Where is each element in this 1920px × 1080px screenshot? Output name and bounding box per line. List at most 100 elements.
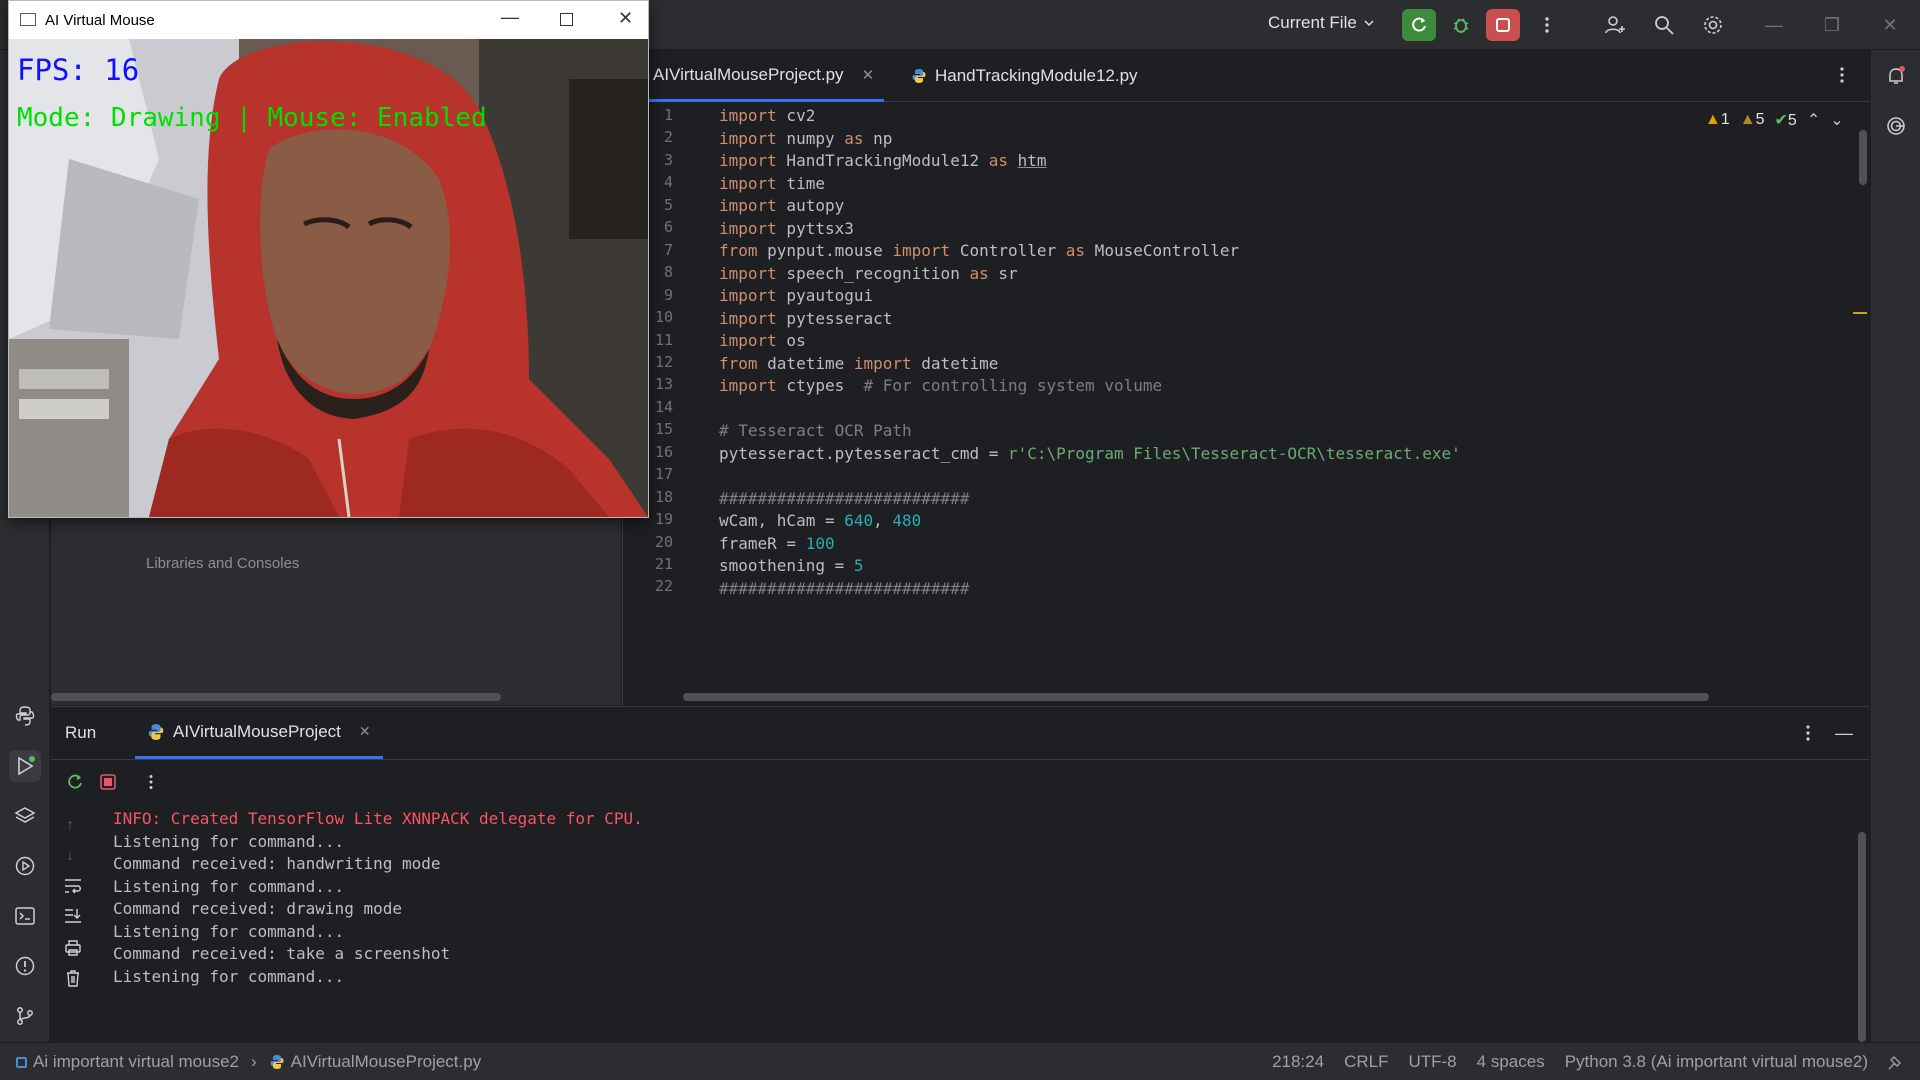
bug-icon	[1453, 18, 1469, 33]
run-more-button[interactable]	[148, 774, 154, 795]
services-tool-button[interactable]	[9, 850, 41, 882]
layers-tool-button[interactable]	[9, 800, 41, 832]
run-tab-label: AIVirtualMouseProject	[173, 721, 341, 741]
print-button[interactable]	[63, 939, 83, 962]
python-icon	[15, 706, 35, 726]
code-line: import HandTrackingModule12 as htm	[719, 151, 1047, 170]
camera-close-button[interactable]: ✕	[618, 8, 633, 29]
python-file-icon	[270, 1055, 284, 1069]
code-line: import os	[719, 331, 806, 350]
editor-vertical-scrollbar[interactable]	[1859, 130, 1867, 185]
console-line: Listening for command...	[113, 876, 345, 896]
debug-button[interactable]	[1444, 9, 1478, 41]
python-file-icon	[148, 723, 164, 740]
code-line: pytesseract.pytesseract_cmd = r'C:\Progr…	[719, 444, 1461, 463]
notifications-button[interactable]	[1880, 60, 1912, 92]
run-tool-button[interactable]	[9, 750, 41, 782]
line-number: 22	[654, 577, 673, 596]
code-line: from pynput.mouse import Controller as M…	[719, 241, 1240, 260]
clear-console-button[interactable]	[63, 969, 83, 992]
warning-stripe-marker[interactable]	[1853, 312, 1867, 314]
console-vertical-scrollbar[interactable]	[1858, 832, 1866, 1042]
rerun-icon	[1412, 17, 1426, 32]
run-tool-window: Run AIVirtualMouseProject ✕ — ↑ ↓ INFO: …	[51, 706, 1869, 1042]
close-tab-icon[interactable]: ✕	[862, 66, 875, 84]
run-icon	[18, 756, 35, 776]
readonly-toggle[interactable]	[1886, 1053, 1904, 1076]
project-horizontal-scrollbar[interactable]	[51, 693, 501, 701]
code-line: import autopy	[719, 196, 845, 215]
code-with-me-button[interactable]	[1598, 9, 1632, 41]
restore-ide-button[interactable]: ❐	[1818, 12, 1846, 38]
tab-label: AIVirtualMouseProject.py	[653, 64, 844, 84]
rerun-icon	[68, 774, 82, 789]
run-config-label: Current File	[1268, 13, 1357, 32]
scroll-to-end-button[interactable]	[63, 907, 83, 930]
python-interpreter[interactable]: Python 3.8 (Ai important virtual mouse2)	[1565, 1052, 1868, 1072]
minimize-ide-button[interactable]: —	[1760, 12, 1788, 38]
tab-options-button[interactable]	[1839, 66, 1845, 89]
camera-window-titlebar[interactable]: AI Virtual Mouse — ✕	[9, 1, 648, 39]
ai-assistant-icon	[1887, 117, 1905, 135]
close-icon: ✕	[1882, 14, 1898, 35]
editor-horizontal-scrollbar[interactable]	[683, 693, 1709, 701]
play-circle-icon	[15, 856, 35, 876]
tab-label: HandTrackingModule12.py	[935, 66, 1138, 85]
terminal-tool-button[interactable]	[9, 900, 41, 932]
camera-window: AI Virtual Mouse — ✕ FPS: 16 Mode: Drawi…	[8, 0, 649, 518]
add-user-icon	[1605, 16, 1625, 34]
file-encoding[interactable]: UTF-8	[1408, 1052, 1456, 1072]
search-button[interactable]	[1647, 9, 1681, 41]
search-icon	[1655, 16, 1674, 35]
bell-icon	[1889, 66, 1905, 84]
chevron-down-icon	[1364, 20, 1374, 27]
code-line: ##########################	[719, 489, 970, 508]
layers-icon	[14, 807, 36, 823]
python-packages-button[interactable]	[9, 700, 41, 732]
camera-minimize-button[interactable]: —	[501, 7, 519, 28]
ai-assistant-button[interactable]	[1880, 110, 1912, 142]
more-vertical-icon	[1545, 17, 1549, 33]
stop-button[interactable]	[1486, 9, 1520, 41]
line-number: 21	[654, 555, 673, 573]
next-highlight-icon[interactable]: ⌄	[1830, 110, 1843, 130]
close-ide-button[interactable]: ✕	[1876, 12, 1904, 38]
line-separator[interactable]: CRLF	[1344, 1052, 1388, 1072]
indent-setting[interactable]: 4 spaces	[1477, 1052, 1545, 1072]
run-config-selector[interactable]: Current File	[1268, 13, 1375, 33]
python-file-icon	[912, 69, 926, 83]
soft-wrap-button[interactable]	[63, 877, 83, 900]
project-tree-item[interactable]: Libraries and Consoles	[146, 555, 299, 572]
breadcrumb-file[interactable]: AIVirtualMouseProject.py	[291, 1052, 482, 1072]
git-tool-button[interactable]	[9, 1000, 41, 1032]
run-tab[interactable]: AIVirtualMouseProject ✕	[135, 707, 383, 759]
scroll-down-button[interactable]: ↓	[66, 847, 74, 865]
git-branch-icon	[17, 1007, 33, 1025]
trash-icon	[67, 970, 79, 987]
app-icon	[20, 13, 36, 26]
gear-icon	[1704, 16, 1722, 34]
chevron-right-icon: ›	[250, 1052, 257, 1071]
problems-tool-button[interactable]	[9, 950, 41, 982]
rerun-button[interactable]	[65, 772, 85, 797]
minimize-icon: —	[501, 7, 519, 27]
code-area[interactable]: import cv2 import numpy as np import Han…	[719, 102, 1819, 705]
hide-panel-button[interactable]: —	[1835, 723, 1853, 744]
module-icon	[16, 1056, 27, 1068]
stop-process-button[interactable]	[100, 774, 116, 795]
more-actions-button[interactable]	[1530, 9, 1564, 41]
cursor-position[interactable]: 218:24	[1272, 1052, 1324, 1072]
tab-aivirtualmouseproject[interactable]: AIVirtualMouseProject.py ✕	[629, 50, 885, 102]
camera-maximize-button[interactable]	[560, 13, 573, 26]
settings-button[interactable]	[1696, 9, 1730, 41]
breadcrumb-project[interactable]: Ai important virtual mouse2	[33, 1052, 239, 1072]
close-tab-icon[interactable]: ✕	[359, 723, 371, 740]
scroll-up-button[interactable]: ↑	[66, 817, 74, 835]
tab-handtrackingmodule12[interactable]: HandTrackingModule12.py	[911, 50, 1138, 102]
run-options-button[interactable]	[1805, 724, 1811, 747]
code-line: smoothening = 5	[719, 556, 864, 575]
code-line: import speech_recognition as sr	[719, 264, 1018, 283]
terminal-icon	[15, 907, 35, 925]
code-line: import numpy as np	[719, 129, 893, 148]
rerun-button[interactable]	[1402, 9, 1436, 41]
